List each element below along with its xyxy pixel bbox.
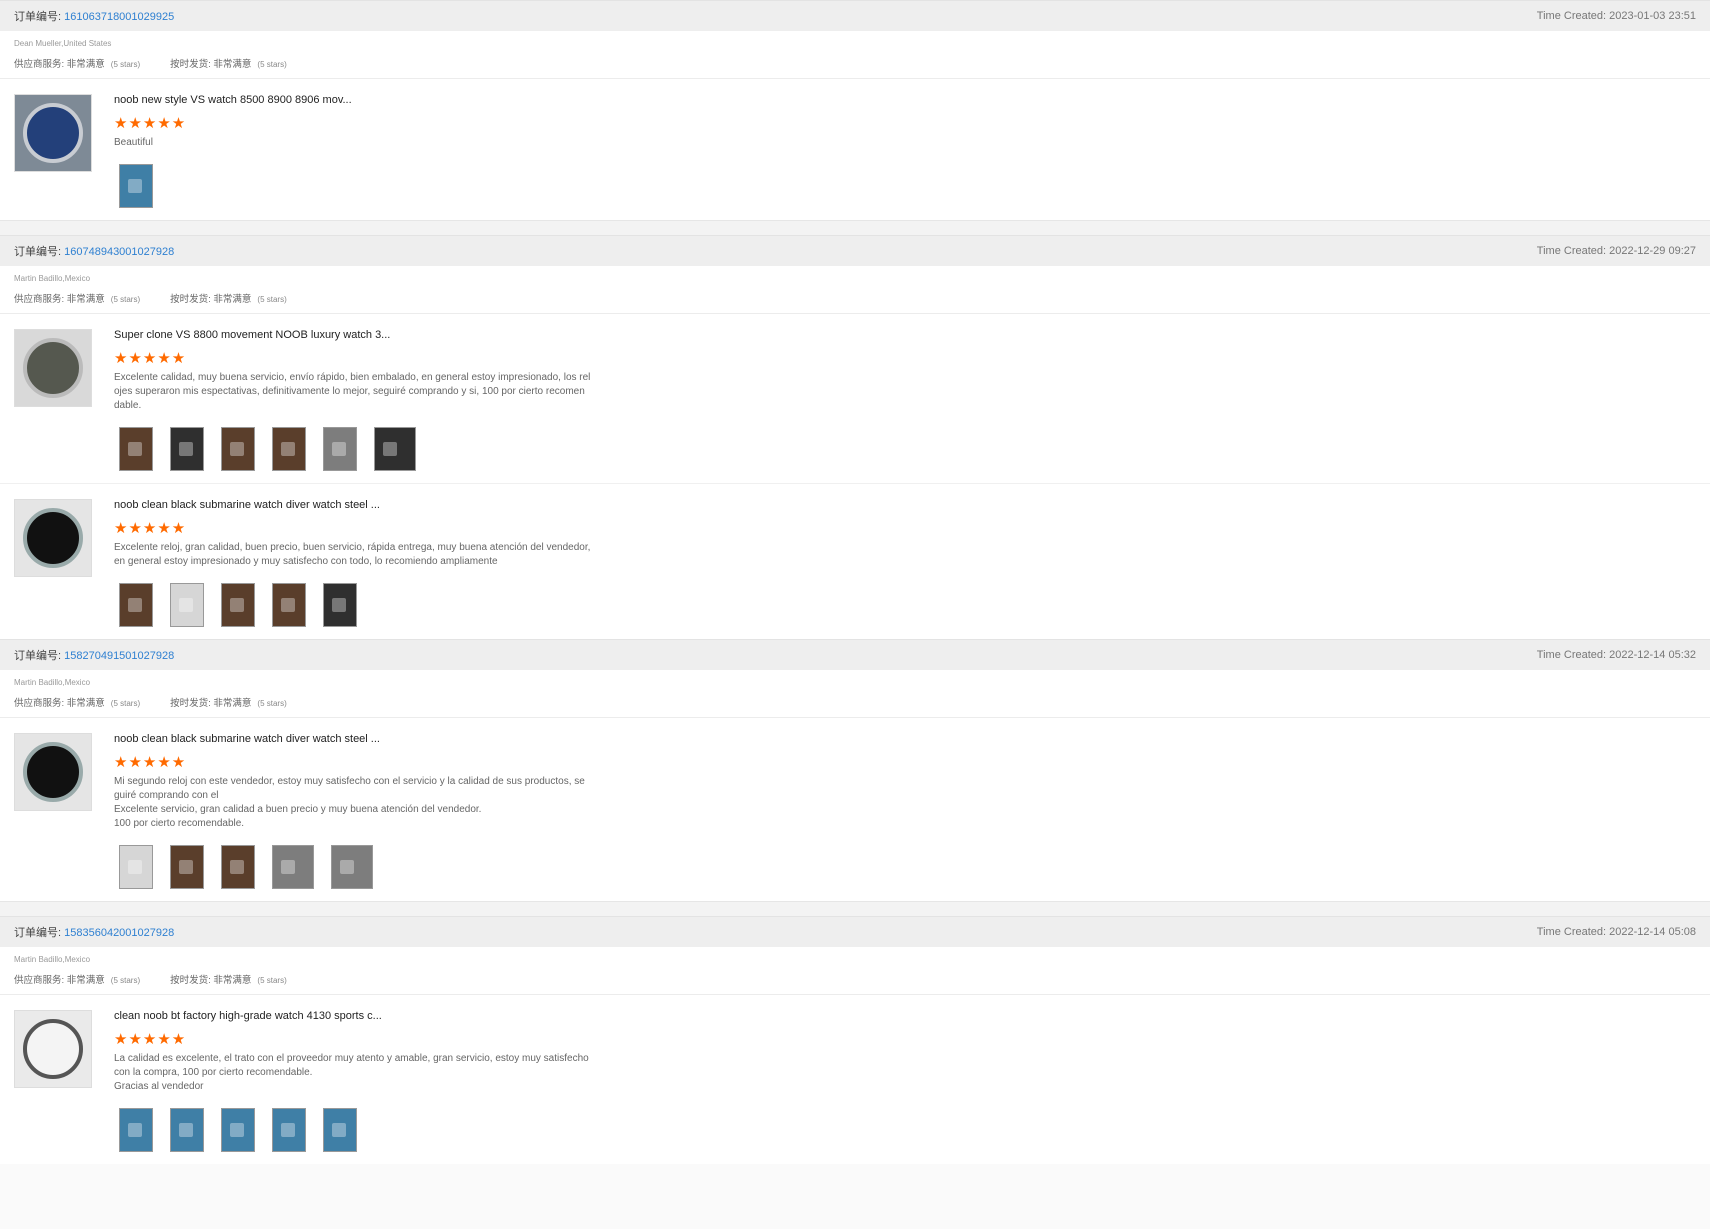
review-item: noob clean black submarine watch diver w… xyxy=(0,718,1710,901)
review-photo[interactable] xyxy=(221,845,255,889)
order-number-link[interactable]: 160748943001027928 xyxy=(64,246,174,258)
order-number-label: 订单编号: xyxy=(14,927,62,939)
product-thumbnail[interactable] xyxy=(14,94,92,172)
order-number-label: 订单编号: xyxy=(14,650,62,662)
review-photo[interactable] xyxy=(119,427,153,471)
order-card: 订单编号: 158270491501027928 Time Created: 2… xyxy=(0,639,1710,916)
review-photo[interactable] xyxy=(221,583,255,627)
review-photos xyxy=(119,845,634,889)
order-header: 订单编号: 158270491501027928 Time Created: 2… xyxy=(0,639,1710,670)
buyer-info: Martin Badillo,Mexico 供应商服务: 非常满意 (5 star… xyxy=(0,947,1710,995)
order-header: 订单编号: 161063718001029925 Time Created: 2… xyxy=(0,0,1710,31)
buyer-info: Martin Badillo,Mexico 供应商服务: 非常满意 (5 star… xyxy=(0,266,1710,314)
product-title-link[interactable]: clean noob bt factory high-grade watch 4… xyxy=(114,1010,634,1024)
review-photo[interactable] xyxy=(272,427,306,471)
review-comment: Beautiful xyxy=(114,137,153,148)
order-number-link[interactable]: 158356042001027928 xyxy=(64,927,174,939)
review-item: clean noob bt factory high-grade watch 4… xyxy=(0,995,1710,1164)
review-photo[interactable] xyxy=(323,583,357,627)
review-photo[interactable] xyxy=(272,845,314,889)
rating-stars: ★★★★★ xyxy=(114,350,187,367)
buyer-name: Martin Badillo,Mexico xyxy=(14,274,91,283)
order-number-label: 订单编号: xyxy=(14,11,62,23)
seller-ratings: 供应商服务: 非常满意 (5 stars) 按时发货: 非常满意 (5 stars) xyxy=(14,695,1696,709)
order-number-label: 订单编号: xyxy=(14,246,62,258)
review-photos xyxy=(119,583,634,627)
review-item: noob new style VS watch 8500 8900 8906 m… xyxy=(0,79,1710,220)
review-photo[interactable] xyxy=(323,427,357,471)
review-photo[interactable] xyxy=(374,427,416,471)
order-number-link[interactable]: 158270491501027928 xyxy=(64,650,174,662)
supplier-service-rating: 供应商服务: 非常满意 (5 stars) xyxy=(14,59,141,70)
review-photo[interactable] xyxy=(272,1108,306,1152)
review-photo[interactable] xyxy=(272,583,306,627)
review-item: noob clean black submarine watch diver w… xyxy=(0,483,1710,639)
divider xyxy=(0,220,1710,235)
ship-on-time-rating: 按时发货: 非常满意 (5 stars) xyxy=(170,698,287,709)
product-title-link[interactable]: noob new style VS watch 8500 8900 8906 m… xyxy=(114,94,634,108)
review-photo[interactable] xyxy=(119,164,153,208)
order-number-link[interactable]: 161063718001029925 xyxy=(64,11,174,23)
review-photo[interactable] xyxy=(119,1108,153,1152)
review-comment: Mi segundo reloj con este vendedor, esto… xyxy=(114,776,585,829)
review-photo[interactable] xyxy=(323,1108,357,1152)
product-thumbnail[interactable] xyxy=(14,329,92,407)
supplier-service-rating: 供应商服务: 非常满意 (5 stars) xyxy=(14,975,141,986)
review-photo[interactable] xyxy=(331,845,373,889)
order-card: 订单编号: 161063718001029925 Time Created: 2… xyxy=(0,0,1710,235)
buyer-name: Martin Badillo,Mexico xyxy=(14,678,91,687)
seller-ratings: 供应商服务: 非常满意 (5 stars) 按时发货: 非常满意 (5 stars) xyxy=(14,291,1696,305)
time-created: Time Created: 2022-12-14 05:32 xyxy=(1536,649,1696,661)
time-created: Time Created: 2022-12-14 05:08 xyxy=(1536,926,1696,938)
review-photo[interactable] xyxy=(170,427,204,471)
ship-on-time-rating: 按时发货: 非常满意 (5 stars) xyxy=(170,294,287,305)
rating-stars: ★★★★★ xyxy=(114,115,187,132)
buyer-name: Martin Badillo,Mexico xyxy=(14,955,91,964)
product-title-link[interactable]: Super clone VS 8800 movement NOOB luxury… xyxy=(114,329,634,343)
buyer-info: Martin Badillo,Mexico 供应商服务: 非常满意 (5 star… xyxy=(0,670,1710,718)
review-photos xyxy=(119,164,634,208)
order-card: 订单编号: 160748943001027928 Time Created: 2… xyxy=(0,235,1710,639)
product-thumbnail[interactable] xyxy=(14,499,92,577)
rating-stars: ★★★★★ xyxy=(114,520,187,537)
review-photo[interactable] xyxy=(221,427,255,471)
time-created: Time Created: 2022-12-29 09:27 xyxy=(1536,245,1696,257)
buyer-name: Dean Mueller,United States xyxy=(14,39,112,48)
rating-stars: ★★★★★ xyxy=(114,754,187,771)
review-photo[interactable] xyxy=(119,583,153,627)
rating-stars: ★★★★★ xyxy=(114,1031,187,1048)
review-photo[interactable] xyxy=(119,845,153,889)
supplier-service-rating: 供应商服务: 非常满意 (5 stars) xyxy=(14,294,141,305)
review-photo[interactable] xyxy=(170,583,204,627)
review-photo[interactable] xyxy=(170,1108,204,1152)
order-card: 订单编号: 158356042001027928 Time Created: 2… xyxy=(0,916,1710,1164)
buyer-info: Dean Mueller,United States 供应商服务: 非常满意 (5… xyxy=(0,31,1710,79)
review-comment: Excelente reloj, gran calidad, buen prec… xyxy=(114,542,591,567)
review-item: Super clone VS 8800 movement NOOB luxury… xyxy=(0,314,1710,483)
ship-on-time-rating: 按时发货: 非常满意 (5 stars) xyxy=(170,975,287,986)
time-created: Time Created: 2023-01-03 23:51 xyxy=(1536,10,1696,22)
review-comment: Excelente calidad, muy buena servicio, e… xyxy=(114,372,591,411)
review-photo[interactable] xyxy=(221,1108,255,1152)
review-comment: La calidad es excelente, el trato con el… xyxy=(114,1053,589,1092)
review-photos xyxy=(119,1108,634,1152)
product-thumbnail[interactable] xyxy=(14,733,92,811)
order-header: 订单编号: 158356042001027928 Time Created: 2… xyxy=(0,916,1710,947)
divider xyxy=(0,901,1710,916)
ship-on-time-rating: 按时发货: 非常满意 (5 stars) xyxy=(170,59,287,70)
product-title-link[interactable]: noob clean black submarine watch diver w… xyxy=(114,733,634,747)
seller-ratings: 供应商服务: 非常满意 (5 stars) 按时发货: 非常满意 (5 stars) xyxy=(14,972,1696,986)
product-title-link[interactable]: noob clean black submarine watch diver w… xyxy=(114,499,634,513)
supplier-service-rating: 供应商服务: 非常满意 (5 stars) xyxy=(14,698,141,709)
seller-ratings: 供应商服务: 非常满意 (5 stars) 按时发货: 非常满意 (5 stars) xyxy=(14,56,1696,70)
feedback-page: 订单编号: 161063718001029925 Time Created: 2… xyxy=(0,0,1710,1164)
review-photo[interactable] xyxy=(170,845,204,889)
order-header: 订单编号: 160748943001027928 Time Created: 2… xyxy=(0,235,1710,266)
product-thumbnail[interactable] xyxy=(14,1010,92,1088)
review-photos xyxy=(119,427,634,471)
